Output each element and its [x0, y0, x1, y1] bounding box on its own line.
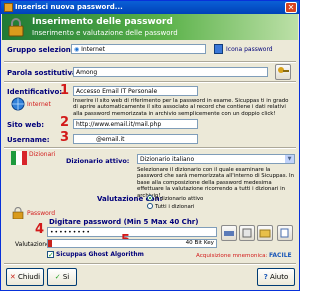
- key-icon: [278, 67, 289, 73]
- password-input[interactable]: •••••••••: [47, 227, 217, 237]
- radio-label: Il dizionario attivo: [155, 196, 204, 202]
- step-number-1: 1: [60, 83, 70, 98]
- username-label: Username:: [7, 136, 50, 144]
- divider: [4, 263, 296, 265]
- help-label: Aiuto: [270, 273, 289, 281]
- radio-label: Tutti i dizionari: [155, 204, 195, 210]
- radio-button[interactable]: [147, 203, 153, 209]
- app-icon: [4, 3, 13, 12]
- divider: [4, 147, 296, 149]
- group-field[interactable]: ◉ Internet: [71, 44, 206, 54]
- substitute-label: Parola sostitutiva:: [7, 69, 80, 77]
- password-header: Digitare password (Min 5 Max 40 Chr): [49, 218, 199, 226]
- chevron-down-icon[interactable]: ▼: [285, 155, 294, 163]
- ok-label: Si: [62, 273, 70, 281]
- ghost-label: Sicuppas Ghost Algorithm: [56, 251, 144, 258]
- dialog-window: Inserisci nuova password... ✕ Inseriment…: [0, 0, 300, 291]
- mnemonic-label: Acquisizione mnemonica:: [196, 253, 268, 259]
- copy-icon: [280, 228, 289, 238]
- lock-icon: [12, 207, 24, 219]
- help-icon: ?: [263, 273, 268, 281]
- active-dictionary-label: Dizionario attivo:: [66, 157, 130, 165]
- substitute-input[interactable]: Among: [73, 67, 268, 77]
- password-side-label: Password: [27, 210, 56, 217]
- internet-icon-label: Internet: [27, 101, 51, 108]
- dice-icon: [242, 228, 252, 238]
- username-input[interactable]: @email.it: [73, 134, 198, 144]
- copy-button[interactable]: [277, 225, 293, 241]
- header-banner: Inserimento delle password Inserimento e…: [2, 14, 298, 40]
- site-input[interactable]: http://www.email.it/mail.php: [73, 119, 198, 129]
- step-number-2: 2: [60, 115, 70, 130]
- folder-button[interactable]: [257, 225, 273, 241]
- identifier-label: Identificativo:: [7, 88, 63, 96]
- dictionary-select[interactable]: Dizionario italiano ▼: [137, 154, 295, 164]
- site-label: Sito web:: [7, 121, 45, 129]
- password-icon[interactable]: [214, 44, 223, 54]
- step-number-4: 4: [35, 222, 45, 237]
- banner-title: Inserimento delle password: [32, 17, 173, 27]
- help-button[interactable]: ? Aiuto: [257, 268, 295, 286]
- close-window-button[interactable]: ✕: [285, 2, 297, 13]
- generate-button[interactable]: [239, 225, 255, 241]
- strength-bits: 40 Bit Key: [185, 240, 214, 246]
- divider: [4, 81, 296, 83]
- dictionary-value: Dizionario italiano: [140, 156, 195, 163]
- key-button[interactable]: [275, 64, 291, 80]
- identifier-help-text: Inserire il sito web di riferimento per …: [73, 98, 289, 117]
- title-bar: Inserisci nuova password... ✕: [1, 1, 299, 14]
- divider: [4, 61, 296, 63]
- ok-button[interactable]: ✓ Si: [47, 268, 77, 286]
- folder-icon: [259, 229, 271, 238]
- strength-fill: [48, 240, 52, 247]
- close-label: Chiudi: [18, 273, 41, 281]
- step-number-3: 3: [60, 130, 70, 145]
- keyboard-icon: [224, 231, 234, 236]
- internet-globe-icon: [11, 97, 25, 111]
- close-button[interactable]: ✕ Chiudi: [6, 268, 44, 286]
- identifier-input[interactable]: Accesso Email IT Personale: [73, 86, 198, 96]
- check-icon: ✓: [54, 273, 61, 281]
- banner-subtitle: Inserimento e valutazione delle password: [32, 29, 178, 37]
- radio-button[interactable]: [147, 195, 153, 201]
- radio-active-dictionary[interactable]: Il dizionario attivo: [147, 195, 203, 202]
- group-value: Internet: [81, 46, 105, 53]
- dictionaries-label: Dizionari: [29, 151, 56, 158]
- radio-all-dictionaries[interactable]: Tutti i dizionari: [147, 203, 195, 210]
- strength-meter: 40 Bit Key: [47, 239, 217, 248]
- italian-flag-icon: [11, 151, 27, 165]
- mnemonic-value: FACILE: [269, 252, 292, 259]
- keyboard-button[interactable]: [221, 225, 237, 241]
- password-icon-link[interactable]: Icona password: [226, 46, 273, 53]
- close-icon: ✕: [9, 273, 16, 281]
- checkbox[interactable]: ✓: [47, 251, 54, 259]
- window-title: Inserisci nuova password...: [15, 3, 123, 11]
- ghost-algorithm-checkbox[interactable]: ✓ Sicuppas Ghost Algorithm: [47, 251, 144, 259]
- padlock-icon: [8, 18, 24, 37]
